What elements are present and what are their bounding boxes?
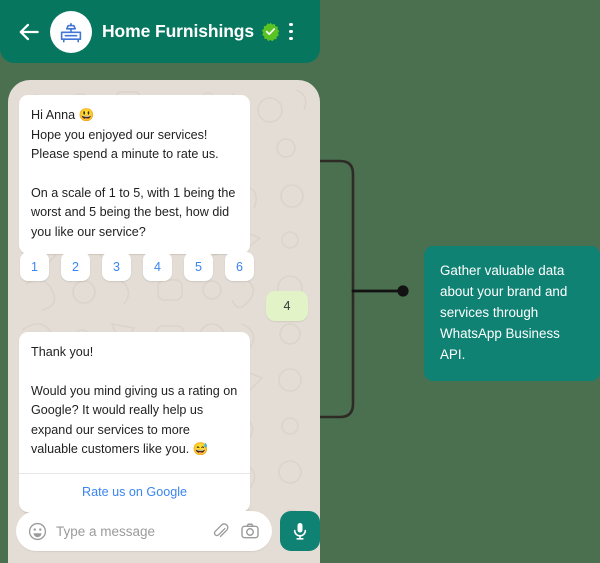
thanks-line-2: Would you mind giving us a rating on Goo…	[31, 383, 238, 457]
chat-body: Hi Anna 😃 Hope you enjoyed our services!…	[8, 80, 320, 563]
callout-card: Gather valuable data about your brand an…	[424, 246, 600, 381]
rating-button-4[interactable]: 4	[143, 252, 172, 281]
camera-icon[interactable]	[240, 521, 260, 541]
verified-badge-icon	[261, 22, 280, 41]
back-arrow-icon[interactable]	[16, 19, 42, 45]
nightstand-lamp-icon	[60, 22, 82, 42]
message-composer: Type a message	[16, 509, 320, 553]
connector-dot-callout	[397, 285, 409, 297]
chat-title: Home Furnishings	[102, 21, 255, 41]
chat-header: Home Furnishings	[0, 0, 320, 63]
thanks-line-1: Thank you!	[31, 345, 94, 359]
rating-button-1[interactable]: 1	[20, 252, 49, 281]
thanks-text-block: Thank you! Would you mind giving us a ra…	[19, 332, 250, 473]
greeting-line-3: On a scale of 1 to 5, with 1 being the w…	[31, 185, 236, 239]
message-input-field[interactable]: Type a message	[16, 511, 272, 551]
rating-button-6[interactable]: 6	[225, 252, 254, 281]
chat-panel: Home Furnishings Hi Anna 😃 Hope you enjo…	[0, 0, 320, 563]
emoji-smiley-icon[interactable]	[28, 522, 47, 541]
message-bubble-rating-reply: 4	[266, 291, 308, 321]
rating-button-3[interactable]: 3	[102, 252, 131, 281]
greeting-line-1: Hi Anna 😃	[31, 108, 95, 122]
overflow-menu-icon[interactable]	[282, 21, 300, 43]
rating-button-row: 1 2 3 4 5 6	[20, 252, 254, 281]
rating-button-2[interactable]: 2	[61, 252, 90, 281]
greeting-line-2: Hope you enjoyed our services! Please sp…	[31, 127, 219, 162]
rate-us-on-google-button[interactable]: Rate us on Google	[19, 472, 250, 513]
avatar[interactable]	[50, 10, 92, 53]
paperclip-icon[interactable]	[211, 522, 230, 541]
voice-record-button[interactable]	[280, 511, 320, 551]
message-bubble-thanks: Thank you! Would you mind giving us a ra…	[19, 332, 250, 512]
message-input-placeholder[interactable]: Type a message	[56, 524, 211, 539]
microphone-icon	[293, 523, 307, 540]
message-bubble-greeting: Hi Anna 😃 Hope you enjoyed our services!…	[19, 95, 250, 254]
rating-button-5[interactable]: 5	[184, 252, 213, 281]
